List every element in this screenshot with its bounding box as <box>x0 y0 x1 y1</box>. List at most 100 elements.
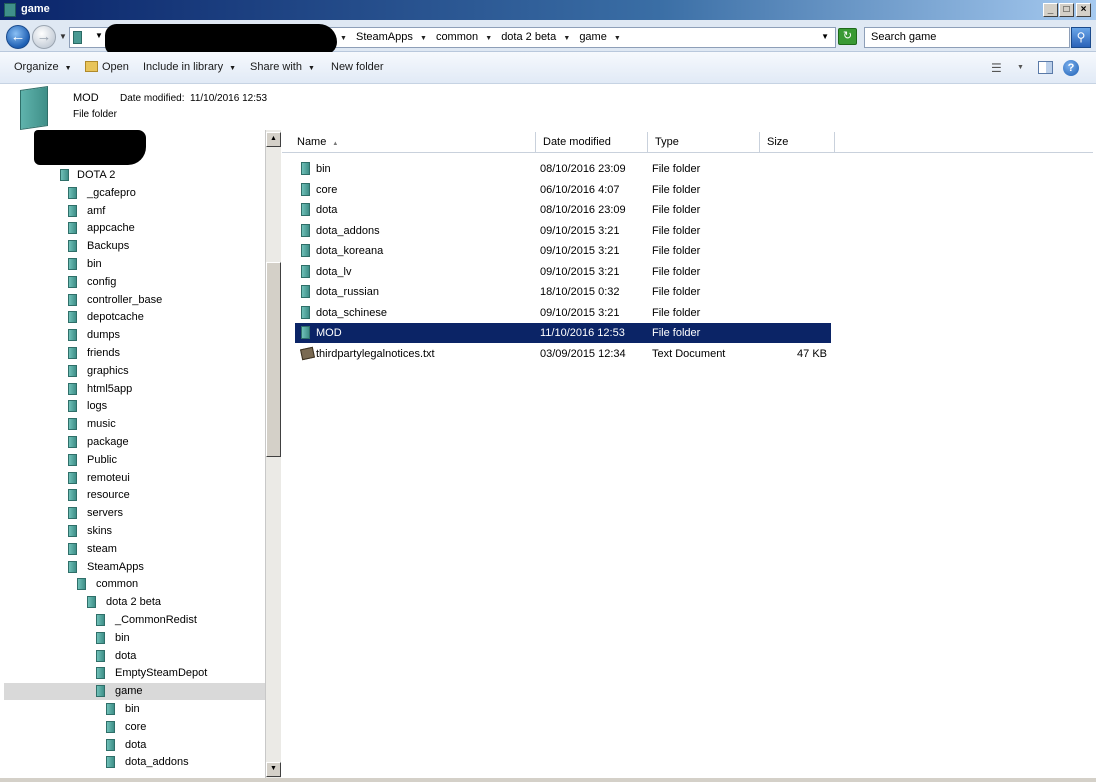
tree-item[interactable]: controller_base <box>4 292 265 309</box>
tree-item[interactable]: bin <box>4 701 265 718</box>
maximize-button[interactable]: □ <box>1059 3 1074 17</box>
column-header-name[interactable]: Name ▲ <box>290 132 536 153</box>
open-button[interactable]: Open <box>85 61 129 73</box>
tree-item[interactable]: package <box>4 434 265 451</box>
scroll-thumb[interactable] <box>266 262 281 457</box>
breadcrumb-item[interactable]: dota 2 beta <box>501 31 556 43</box>
file-date-modified: 09/10/2015 3:21 <box>540 306 620 319</box>
file-name: dota_lv <box>316 265 352 278</box>
tree-item[interactable]: core <box>4 719 265 736</box>
tree-item[interactable]: appcache <box>4 220 265 237</box>
tree-item-label: bin <box>87 258 102 270</box>
back-button[interactable]: ← <box>6 25 30 49</box>
chevron-down-icon[interactable]: ▼ <box>485 35 492 42</box>
tree-item[interactable]: graphics <box>4 363 265 380</box>
new-folder-button[interactable]: New folder <box>331 61 384 73</box>
tree-item[interactable]: DOTA 2 <box>4 167 265 184</box>
tree-item[interactable]: servers <box>4 505 265 522</box>
file-row[interactable]: dota_russian 18/10/2015 0:32 File folder <box>295 282 831 302</box>
column-header-date[interactable]: Date modified <box>536 132 648 153</box>
navigation-pane[interactable]: DOTA 2 _gcafepro amf appcache Backups bin conf… <box>4 130 265 778</box>
tree-item-label: game <box>115 685 143 698</box>
tree-item[interactable]: skins <box>4 523 265 540</box>
file-row[interactable]: dota_koreana 09/10/2015 3:21 File folder <box>295 241 831 261</box>
file-list[interactable]: Name ▲ Date modified Type Size bin 08/10/2… <box>282 130 1096 782</box>
refresh-button[interactable]: ↻ <box>838 28 857 45</box>
file-row[interactable]: dota 08/10/2016 23:09 File folder <box>295 200 831 220</box>
tree-item[interactable]: SteamApps <box>4 559 265 576</box>
folder-icon <box>68 329 77 342</box>
tree-item[interactable]: logs <box>4 398 265 415</box>
tree-item[interactable]: dota <box>4 737 265 754</box>
navigation-scrollbar[interactable]: ▲ ▼ <box>265 130 281 778</box>
search-icon[interactable]: ⚲ <box>1071 27 1091 48</box>
search-input[interactable]: Search game <box>864 27 1070 48</box>
close-button[interactable]: × <box>1076 3 1091 17</box>
chevron-down-icon[interactable]: ▼ <box>420 35 427 42</box>
tree-item[interactable]: EmptySteamDepot <box>4 665 265 682</box>
folder-icon <box>77 578 86 591</box>
breadcrumb-item[interactable]: SteamApps <box>356 31 413 43</box>
file-row[interactable]: MOD 11/10/2016 12:53 File folder <box>295 323 831 343</box>
recent-pages-dropdown[interactable]: ▼ <box>59 32 67 41</box>
tree-item[interactable]: bin <box>4 630 265 647</box>
file-row[interactable]: core 06/10/2016 4:07 File folder <box>295 180 831 200</box>
tree-item[interactable]: friends <box>4 345 265 362</box>
organize-label: Organize <box>14 61 59 73</box>
chevron-down-icon[interactable]: ▼ <box>340 35 347 42</box>
change-view-icon[interactable]: ☰ <box>991 61 1002 75</box>
include-in-library-button[interactable]: Include in library ▼ <box>143 61 236 73</box>
tree-item-label: bin <box>115 631 130 644</box>
tree-item[interactable]: Backups <box>4 238 265 255</box>
tree-item[interactable]: resource <box>4 487 265 504</box>
help-icon[interactable]: ? <box>1063 60 1079 76</box>
tree-item-label: music <box>87 418 116 431</box>
tree-item[interactable]: dota 2 beta <box>4 594 265 611</box>
tree-item[interactable]: game <box>4 683 265 701</box>
tree-item[interactable]: bin <box>4 256 265 273</box>
tree-item[interactable]: depotcache <box>4 309 265 326</box>
address-bar[interactable]: ▼ ▼ SteamApps ▼ common ▼ dota 2 beta ▼ g… <box>69 24 836 55</box>
breadcrumb-item[interactable]: game <box>579 31 607 43</box>
chevron-down-icon[interactable]: ▼ <box>563 35 570 42</box>
breadcrumb-item[interactable]: common <box>436 31 478 43</box>
scroll-up-button[interactable]: ▲ <box>266 132 281 147</box>
tree-item[interactable]: dota <box>4 648 265 665</box>
tree-item[interactable]: config <box>4 274 265 291</box>
tree-item[interactable]: steam <box>4 541 265 558</box>
tree-item[interactable]: dota_addons <box>4 754 265 771</box>
chevron-down-icon[interactable]: ▼ <box>95 31 103 40</box>
chevron-down-icon[interactable]: ▼ <box>614 35 621 42</box>
share-with-button[interactable]: Share with ▼ <box>250 61 315 73</box>
file-row[interactable]: dota_addons 09/10/2015 3:21 File folder <box>295 221 831 241</box>
organize-button[interactable]: Organize ▼ <box>14 61 72 73</box>
tree-item[interactable]: html5app <box>4 381 265 398</box>
file-row[interactable]: bin 08/10/2016 23:09 File folder <box>295 159 831 179</box>
address-history-dropdown[interactable]: ▼ <box>821 32 829 41</box>
open-icon <box>85 61 98 72</box>
tree-item[interactable]: _CommonRedist <box>4 612 265 629</box>
file-row[interactable]: dota_lv 09/10/2015 3:21 File folder <box>295 262 831 282</box>
tree-item[interactable]: amf <box>4 203 265 220</box>
column-header-type[interactable]: Type <box>648 132 760 153</box>
tree-item-label: servers <box>87 507 124 520</box>
preview-pane-icon[interactable] <box>1038 61 1053 74</box>
forward-button[interactable]: → <box>32 25 56 49</box>
tree-item[interactable]: common <box>4 576 265 593</box>
tree-item[interactable]: _gcafepro <box>4 185 265 202</box>
tree-item[interactable]: Public <box>4 452 265 469</box>
minimize-button[interactable]: _ <box>1043 3 1058 17</box>
file-row[interactable]: thirdpartylegalnotices.txt 03/09/2015 12:… <box>295 344 831 364</box>
file-type: File folder <box>652 204 701 216</box>
column-header-size[interactable]: Size <box>760 132 835 153</box>
file-row[interactable]: dota_schinese 09/10/2015 3:21 File folder <box>295 303 831 323</box>
tree-item[interactable]: music <box>4 416 265 433</box>
chevron-down-icon[interactable]: ▼ <box>1017 64 1024 71</box>
tree-item[interactable]: dumps <box>4 327 265 344</box>
tree-item[interactable]: remoteui <box>4 470 265 487</box>
folder-icon <box>106 703 115 715</box>
scroll-down-button[interactable]: ▼ <box>266 762 281 777</box>
forward-arrow-icon: → <box>36 28 52 45</box>
file-type: File folder <box>652 163 701 175</box>
folder-icon <box>96 649 105 662</box>
